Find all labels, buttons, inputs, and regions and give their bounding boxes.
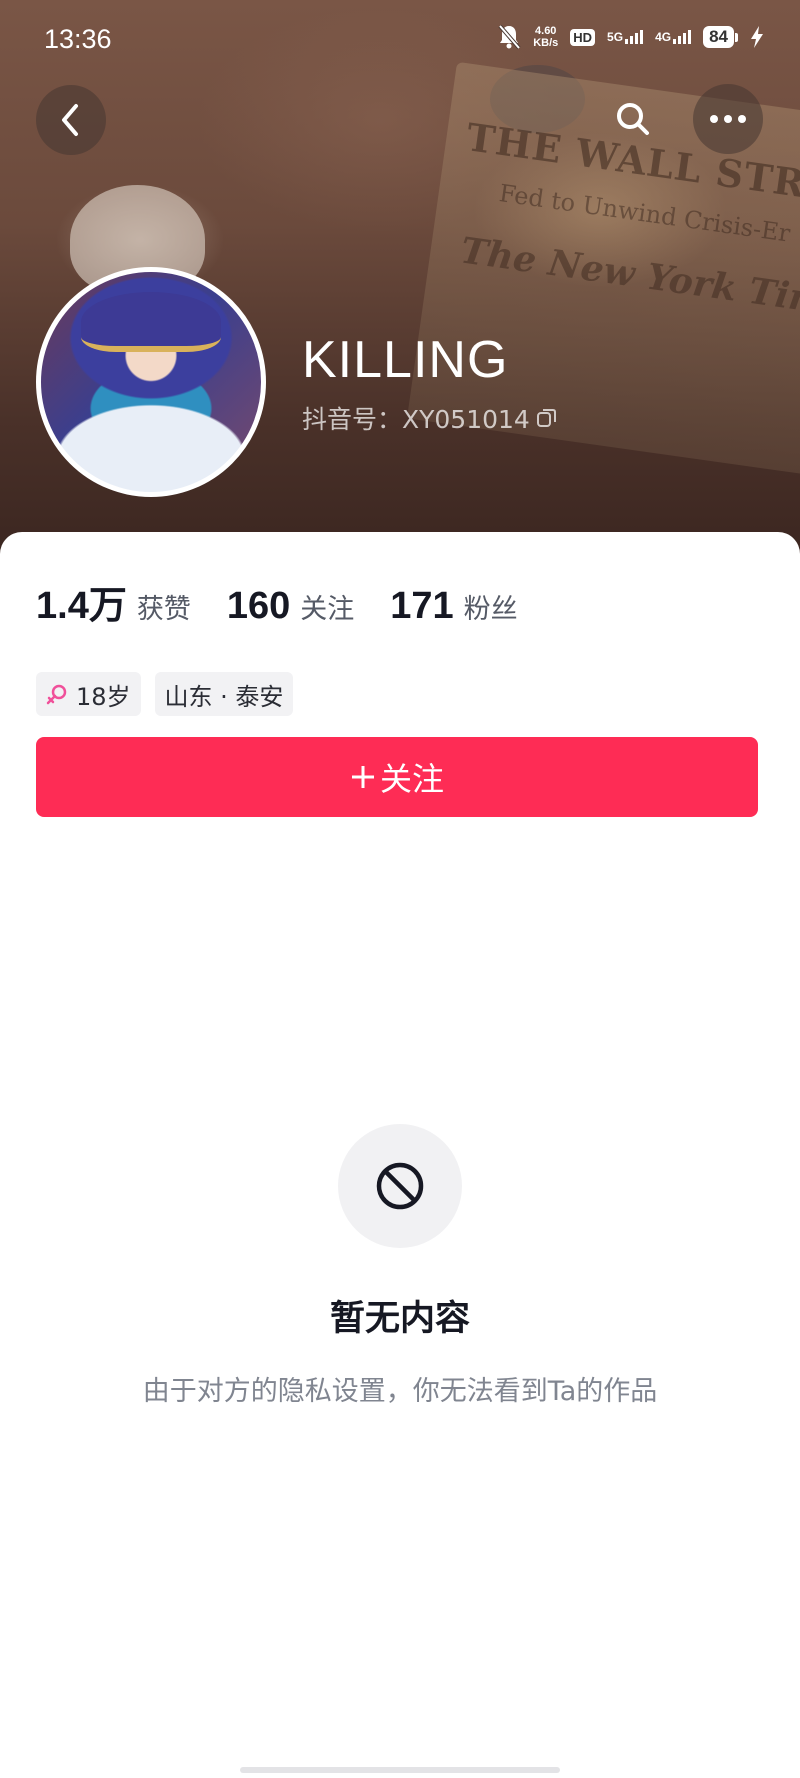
- stat-label: 获赞: [136, 594, 191, 625]
- plus-icon: [351, 766, 374, 788]
- copy-icon[interactable]: [536, 407, 558, 429]
- follow-button[interactable]: 关注: [36, 737, 758, 817]
- stat-value: 1.4万: [36, 585, 127, 627]
- search-icon: [617, 103, 649, 135]
- female-icon: [46, 684, 67, 705]
- profile-content: 1.4万 获赞 160 关注 171 粉丝 18岁 山东 · 泰安 关注 暂无内…: [0, 532, 800, 1778]
- home-indicator[interactable]: [240, 1767, 560, 1773]
- empty-state-badge: [338, 1124, 462, 1248]
- charging-bolt-icon: [751, 26, 763, 48]
- empty-state-description: 由于对方的隐私设置，你无法看到Ta的作品: [142, 1376, 658, 1407]
- age-tag: 18岁: [36, 672, 141, 716]
- prohibited-icon: [376, 1162, 424, 1210]
- battery-level: 84: [703, 26, 734, 48]
- network-speed: 4.60 KB/s: [533, 25, 558, 49]
- empty-state: 暂无内容 由于对方的隐私设置，你无法看到Ta的作品: [0, 1124, 800, 1408]
- network-speed-value: 4.60: [535, 25, 557, 37]
- signal-bars-icon: [673, 30, 692, 44]
- location-text: 山东 · 泰安: [164, 682, 284, 711]
- douyin-id-text: 抖音号：XY051014: [302, 405, 530, 434]
- avatar-decoration: [81, 292, 221, 352]
- background-headline: The New York Times: [458, 229, 800, 329]
- hd-badge: HD: [570, 28, 596, 46]
- sim1-network-type: 5G: [607, 30, 624, 44]
- empty-state-title: 暂无内容: [329, 1299, 470, 1339]
- status-bar: 13:36 4.60 KB/s HD 5G 4G 84: [0, 0, 800, 80]
- status-time: 13:36: [44, 24, 112, 54]
- sim2-signal: 4G: [655, 30, 692, 44]
- mute-bell-icon: [498, 24, 521, 50]
- stat-label: 粉丝: [463, 594, 518, 625]
- stat-followers[interactable]: 171 粉丝: [390, 585, 517, 628]
- more-options-button[interactable]: [693, 84, 763, 154]
- location-tag: 山东 · 泰安: [154, 672, 294, 716]
- avatar[interactable]: [36, 267, 266, 497]
- profile-tags: 18岁 山东 · 泰安: [36, 672, 294, 716]
- follow-button-label: 关注: [379, 761, 444, 797]
- search-button[interactable]: [598, 84, 668, 154]
- stat-label: 关注: [300, 594, 355, 625]
- status-icons: 4.60 KB/s HD 5G 4G 84: [497, 24, 764, 50]
- stat-value: 171: [390, 585, 454, 627]
- stat-value: 160: [226, 585, 291, 627]
- back-button[interactable]: [36, 85, 106, 155]
- profile-name: KILLING: [302, 331, 509, 389]
- signal-bars-icon: [625, 30, 644, 44]
- stat-likes[interactable]: 1.4万 获赞: [36, 574, 191, 629]
- more-dots-icon: [710, 115, 746, 123]
- sim2-network-type: 4G: [655, 30, 672, 44]
- chevron-left-icon: [62, 104, 78, 136]
- battery-icon: 84: [703, 26, 738, 48]
- network-speed-unit: KB/s: [533, 37, 559, 49]
- profile-stats: 1.4万 获赞 160 关注 171 粉丝: [36, 574, 518, 629]
- age-text: 18岁: [76, 682, 131, 711]
- stat-following[interactable]: 160 关注: [227, 585, 354, 628]
- sim1-signal: 5G: [607, 30, 644, 44]
- douyin-id[interactable]: 抖音号：XY051014: [302, 400, 558, 436]
